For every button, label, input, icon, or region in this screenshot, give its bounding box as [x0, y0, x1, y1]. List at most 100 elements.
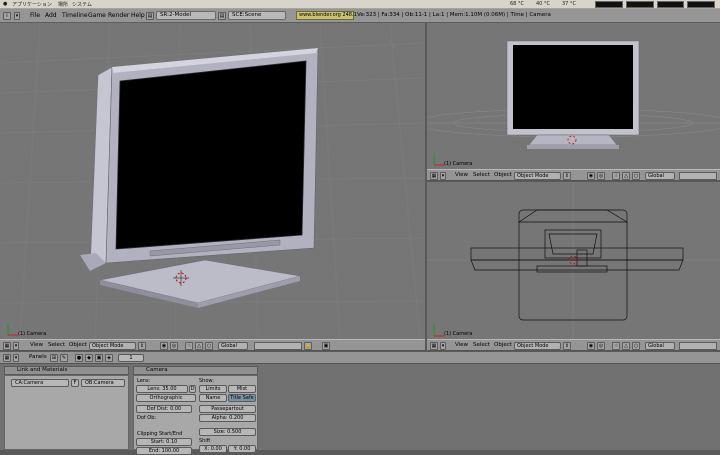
menu-select[interactable]: Select [473, 342, 490, 348]
lens-field[interactable]: Lens: 35.00 [136, 385, 188, 393]
pivot-icon[interactable]: ◎ [597, 342, 605, 350]
layer-buttons[interactable] [679, 342, 717, 350]
menu-file[interactable]: File [30, 12, 40, 19]
view-type-icon[interactable]: ▦ [430, 342, 438, 350]
window-type-icon[interactable]: i [3, 12, 11, 20]
pivot-icon[interactable]: ◎ [170, 342, 178, 350]
translate-icon[interactable]: △ [622, 172, 630, 180]
screen-field[interactable]: SR:2-Model [156, 11, 216, 20]
render-preview-icon[interactable]: ▣ [322, 342, 330, 350]
header-collapse-icon[interactable]: ▾ [440, 342, 446, 350]
menu-help[interactable]: Help [131, 12, 145, 19]
applications-menu[interactable]: アプリケーション [12, 1, 52, 8]
degrees-toggle[interactable]: D [189, 385, 196, 393]
menu-view[interactable]: View [30, 342, 43, 348]
name-toggle[interactable]: Name [199, 394, 227, 402]
view-type-icon[interactable]: ▦ [430, 172, 438, 180]
mode-arrows-icon[interactable]: ⇕ [563, 342, 571, 350]
mode-select[interactable]: Object Mode [514, 342, 561, 350]
menu-timeline[interactable]: Timeline [62, 12, 88, 19]
translate-icon[interactable]: △ [622, 342, 630, 350]
menu-render[interactable]: Render [108, 12, 129, 19]
mode-select[interactable]: Object Mode [514, 172, 561, 180]
script-context-icon[interactable]: ✎ [60, 354, 68, 362]
header-collapse-icon[interactable]: ▾ [440, 172, 446, 180]
gnome-foot-icon[interactable]: ● [3, 1, 7, 7]
menu-game[interactable]: Game [88, 12, 106, 19]
window-type-icon[interactable]: ▦ [3, 354, 11, 362]
clip-end-field[interactable]: End: 100.00 [136, 447, 192, 455]
viewport-main[interactable]: (1) Camera [0, 23, 425, 339]
viewport-front[interactable]: (1) Camera [427, 23, 720, 169]
rotate-icon[interactable]: ○ [632, 342, 640, 350]
translate-icon[interactable]: △ [195, 342, 203, 350]
alpha-field[interactable]: Alpha: 0.200 [199, 414, 256, 422]
monitor-model [80, 47, 319, 308]
title-safe-toggle[interactable]: Title Safe [228, 394, 256, 402]
viewport-top[interactable]: (1) Camera [427, 182, 720, 339]
orthographic-toggle[interactable]: Orthographic [136, 394, 196, 402]
dof-object-label[interactable]: Dof Ob: [137, 415, 156, 421]
header-collapse-icon[interactable]: ▾ [13, 342, 19, 350]
menu-view[interactable]: View [455, 172, 468, 178]
manipulator-icon[interactable]: ☝ [612, 172, 620, 180]
buttons-window-header: ▦ ▾ Panels ⊞ ✎ ● ◆ ▣ ◈ 1 [0, 352, 720, 364]
scene-browse-icon[interactable]: ▤ [218, 12, 226, 20]
menu-panels[interactable]: Panels [29, 354, 47, 360]
link-materials-panel-title[interactable]: Link and Materials [4, 366, 129, 375]
manipulator-icon[interactable]: ☝ [185, 342, 193, 350]
viewport-main-header: ▦ ▾ View Select Object Object Mode ⇕ ◉ ◎… [0, 339, 425, 351]
system-menu[interactable]: システム [72, 1, 92, 8]
menu-select[interactable]: Select [48, 342, 65, 348]
collapse-arrow-icon[interactable]: ▾ [14, 12, 20, 20]
dof-distance-field[interactable]: Dof Dist: 0.00 [136, 405, 192, 413]
viewport-top-header: ▦ ▾ View Select Object Object Mode ⇕ ◉ ◎… [427, 339, 720, 351]
mode-select[interactable]: Object Mode [89, 342, 136, 350]
manipulator-icon[interactable]: ☝ [612, 342, 620, 350]
view-type-icon[interactable]: ▦ [3, 342, 11, 350]
clip-start-field[interactable]: Start: 0.10 [136, 438, 192, 446]
lock-icon[interactable]: 🔒 [304, 342, 312, 350]
editing-context-icon[interactable]: ▣ [95, 354, 103, 362]
pivot-icon[interactable]: ◎ [597, 172, 605, 180]
camera-data-field[interactable]: CA:Camera [11, 379, 69, 387]
menu-add[interactable]: Add [45, 12, 57, 19]
size-field[interactable]: Size: 0.500 [199, 428, 256, 436]
menu-object[interactable]: Object [494, 342, 512, 348]
logic-context-icon[interactable]: ⊞ [50, 354, 58, 362]
layer-buttons[interactable] [679, 172, 717, 180]
shading-context-icon[interactable]: ● [75, 354, 83, 362]
layer-buttons[interactable] [254, 342, 302, 350]
header-collapse-icon[interactable]: ▾ [13, 354, 19, 362]
fake-user-button[interactable]: F [71, 379, 79, 387]
scene-field[interactable]: SCE:Scene [228, 11, 286, 20]
camera-panel-title[interactable]: Camera [133, 366, 258, 375]
orientation-label: Global [648, 173, 664, 179]
frame-number-field[interactable]: 1 [118, 354, 144, 362]
object-context-icon[interactable]: ◆ [85, 354, 93, 362]
passepartout-toggle[interactable]: Passepartout [199, 405, 256, 413]
orientation-select[interactable]: Global [645, 342, 675, 350]
menu-view[interactable]: View [455, 342, 468, 348]
shift-x-field[interactable]: X: 0.00 [199, 445, 227, 453]
orientation-select[interactable]: Global [645, 172, 675, 180]
screen-browse-icon[interactable]: ▤ [146, 12, 154, 20]
mode-arrows-icon[interactable]: ⇕ [138, 342, 146, 350]
shift-y-field[interactable]: Y: 0.00 [228, 445, 256, 453]
draw-type-icon[interactable]: ◉ [160, 342, 168, 350]
clipping-heading: Clipping Start/End [137, 431, 183, 437]
object-name-field[interactable]: OB:Camera [81, 379, 125, 387]
rotate-icon[interactable]: ○ [632, 172, 640, 180]
draw-type-icon[interactable]: ◉ [587, 342, 595, 350]
menu-select[interactable]: Select [473, 172, 490, 178]
menu-object[interactable]: Object [69, 342, 87, 348]
orientation-select[interactable]: Global [218, 342, 248, 350]
draw-type-icon[interactable]: ◉ [587, 172, 595, 180]
limits-toggle[interactable]: Limits [199, 385, 227, 393]
menu-object[interactable]: Object [494, 172, 512, 178]
rotate-icon[interactable]: ○ [205, 342, 213, 350]
mist-toggle[interactable]: Mist [228, 385, 256, 393]
scene-context-icon[interactable]: ◈ [105, 354, 113, 362]
places-menu[interactable]: 場所 [58, 1, 68, 8]
mode-arrows-icon[interactable]: ⇕ [563, 172, 571, 180]
